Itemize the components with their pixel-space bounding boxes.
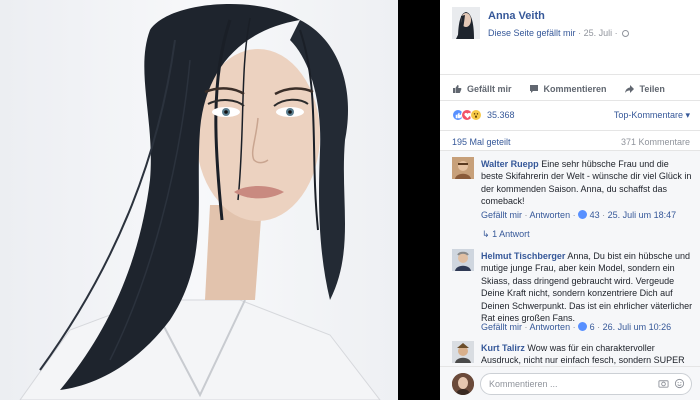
comment-text: Anna, Du bist ein hübsche und mutige jun… xyxy=(481,251,693,324)
comment-icon xyxy=(529,85,538,93)
avatar[interactable] xyxy=(452,341,474,363)
page-name[interactable]: Anna Veith xyxy=(488,10,545,22)
thumbs-up-icon xyxy=(453,85,462,93)
sort-label: Top-Kommentare xyxy=(613,110,683,120)
caret-down-icon: ▾ xyxy=(685,110,690,120)
like-button[interactable]: Gefällt mir xyxy=(452,84,512,94)
comment-time[interactable]: 26. Juli um 10:26 xyxy=(603,322,672,332)
composer-icons xyxy=(658,378,685,389)
comment-like-link[interactable]: Gefällt mir xyxy=(481,210,522,220)
comment-list: Walter Ruepp Eine sehr hübsche Frau und … xyxy=(440,150,700,366)
post-sidebar: Anna Veith Diese Seite gefällt mir · 25.… xyxy=(440,0,700,400)
comment-meta: Gefällt mir · Antworten · 6 · 26. Juli u… xyxy=(481,322,671,332)
camera-icon[interactable] xyxy=(658,378,669,389)
comment: Helmut Tischberger Anna, Du bist ein hüb… xyxy=(452,243,692,337)
post-header: Anna Veith Diese Seite gefällt mir · 25.… xyxy=(440,0,700,75)
avatar[interactable] xyxy=(452,249,474,271)
comment-sort-dropdown[interactable]: Top-Kommentare ▾ xyxy=(614,110,690,121)
comment: Kurt Talirz Wow was für ein charaktervol… xyxy=(452,335,692,366)
comment: Walter Ruepp Eine sehr hübsche Frau und … xyxy=(452,151,692,243)
comment-author[interactable]: Walter Ruepp xyxy=(481,159,539,169)
like-icon xyxy=(578,210,588,219)
sticker-icon[interactable] xyxy=(674,378,685,389)
comment-body: Walter Ruepp Eine sehr hübsche Frau und … xyxy=(481,158,693,208)
comment-composer: Kommentieren ... xyxy=(440,366,700,400)
post-date[interactable]: 25. Juli xyxy=(584,28,613,38)
comment-like-count[interactable]: 6 xyxy=(590,322,595,332)
comment-like-count[interactable]: 43 xyxy=(590,210,600,220)
globe-icon xyxy=(622,30,630,37)
like-page-link[interactable]: Diese Seite gefällt mir xyxy=(488,28,576,38)
like-icon xyxy=(578,322,588,331)
reaction-summary[interactable]: 35.368 xyxy=(452,109,515,121)
portrait-image xyxy=(19,3,381,400)
replies-label: 1 Antwort xyxy=(492,229,530,239)
comment-author[interactable]: Kurt Talirz xyxy=(481,343,525,353)
view-replies-link[interactable]: ↳ 1 Antwort xyxy=(482,229,530,240)
reply-arrow-icon: ↳ xyxy=(482,229,490,239)
comment-count[interactable]: 371 Kommentare xyxy=(621,137,690,147)
comment-like-link[interactable]: Gefällt mir xyxy=(481,322,522,332)
share-button[interactable]: Teilen xyxy=(624,84,665,94)
comment-body: Helmut Tischberger Anna, Du bist ein hüb… xyxy=(481,250,693,324)
post-actions: Gefällt mir Kommentieren Teilen xyxy=(440,78,700,100)
comment-reply-link[interactable]: Antworten xyxy=(530,322,571,332)
share-count[interactable]: 195 Mal geteilt xyxy=(452,137,511,147)
comment-meta: Gefällt mir · Antworten · 43 · 25. Juli … xyxy=(481,210,676,220)
comment-body: Kurt Talirz Wow was für ein charaktervol… xyxy=(481,342,693,366)
share-comment-counts: 195 Mal geteilt 371 Kommentare xyxy=(440,130,700,150)
page-avatar[interactable] xyxy=(452,7,480,39)
comment-input[interactable]: Kommentieren ... xyxy=(480,373,692,395)
comment-time[interactable]: 25. Juli um 18:47 xyxy=(608,210,677,220)
reaction-bar: 35.368 Top-Kommentare ▾ xyxy=(440,100,700,130)
comment-input-placeholder: Kommentieren ... xyxy=(489,379,558,389)
like-label: Gefällt mir xyxy=(467,84,512,94)
meta-separator: · xyxy=(614,28,618,38)
post-meta: Diese Seite gefällt mir · 25. Juli · xyxy=(488,28,630,38)
comment-author[interactable]: Helmut Tischberger xyxy=(481,251,565,261)
share-arrow-icon xyxy=(624,85,634,93)
wow-reaction-icon xyxy=(470,109,482,121)
current-user-avatar xyxy=(452,373,474,395)
meta-separator: · xyxy=(578,28,582,38)
post-photo[interactable] xyxy=(0,0,398,400)
comment-reply-link[interactable]: Antworten xyxy=(530,210,571,220)
comment-label: Kommentieren xyxy=(543,84,607,94)
comment-button[interactable]: Kommentieren xyxy=(529,84,607,94)
reaction-count[interactable]: 35.368 xyxy=(487,110,515,120)
avatar[interactable] xyxy=(452,157,474,179)
photo-viewer-gap xyxy=(398,0,440,400)
share-label: Teilen xyxy=(639,84,665,94)
